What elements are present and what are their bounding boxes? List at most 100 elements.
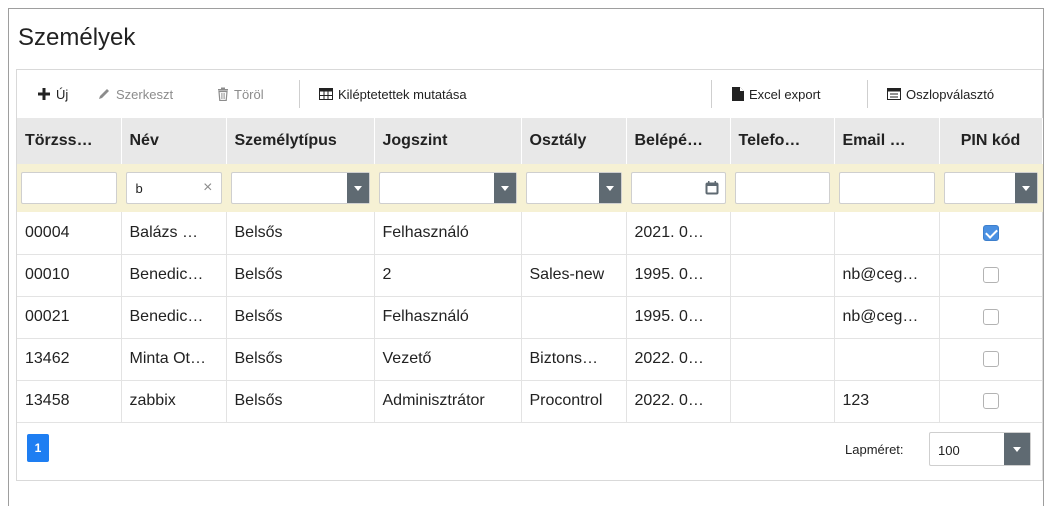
cell-dept — [521, 212, 627, 255]
cell-id: 00004 — [17, 212, 122, 255]
delete-button-label: Töröl — [234, 86, 264, 102]
cell-type: Belsős — [226, 254, 375, 297]
cell-id: 13458 — [17, 380, 122, 423]
column-header-entry[interactable]: Belépé… — [626, 118, 731, 164]
cell-phone — [730, 296, 835, 339]
toolbar-divider — [867, 80, 868, 108]
pencil-icon — [99, 89, 109, 99]
column-header-pin[interactable]: PIN kód — [939, 118, 1043, 164]
cell-pin — [939, 380, 1042, 423]
cell-type: Belsős — [226, 212, 375, 255]
phone-filter-input[interactable] — [734, 172, 830, 204]
id-filter-input[interactable] — [21, 172, 117, 204]
excel-export-label: Excel export — [749, 86, 821, 102]
trash-icon — [218, 87, 228, 101]
pin-checkbox[interactable] — [982, 224, 999, 241]
table-body: 00004 Balázs … Belsős Felhasználó 2021. … — [17, 212, 1042, 423]
plus-icon — [38, 88, 50, 100]
excel-file-icon — [732, 87, 744, 101]
toolbar-divider — [299, 80, 300, 108]
pin-checkbox[interactable] — [982, 266, 999, 283]
cell-id: 13462 — [17, 338, 122, 381]
page-size-label: Lapméret: — [845, 442, 904, 457]
column-header-phone[interactable]: Telefo… — [730, 118, 835, 164]
cell-phone — [730, 212, 835, 255]
cell-pin — [939, 254, 1042, 297]
pin-checkbox[interactable] — [982, 308, 999, 325]
cell-email — [834, 212, 940, 255]
name-filter-input[interactable]: b × — [125, 172, 222, 204]
cell-name: Benedic… — [121, 254, 227, 297]
cell-pin — [939, 296, 1042, 339]
cell-id: 00010 — [17, 254, 122, 297]
cell-entry: 2022. 0… — [626, 380, 731, 423]
toolbar: Új Szerkeszt Töröl Kiléptetettek mutatás… — [17, 70, 1042, 118]
new-button[interactable]: Új — [37, 70, 68, 118]
cell-level: Vezető — [374, 338, 522, 381]
page-size-select[interactable]: 100 — [929, 432, 1031, 466]
cell-email: nb@ceg… — [834, 296, 940, 339]
type-filter-select[interactable] — [230, 172, 370, 204]
level-filter-select[interactable] — [378, 172, 517, 204]
delete-button[interactable]: Töröl — [217, 70, 264, 118]
edit-button[interactable]: Szerkeszt — [97, 70, 173, 118]
cell-id: 00021 — [17, 296, 122, 339]
chevron-down-icon[interactable] — [598, 173, 621, 203]
new-button-label: Új — [56, 86, 69, 102]
column-chooser-label: Oszlopválasztó — [906, 86, 995, 102]
table-icon — [319, 88, 333, 100]
column-header-type[interactable]: Személytípus — [226, 118, 375, 164]
column-chooser-button[interactable]: Oszlopválasztó — [887, 70, 994, 118]
name-filter-value: b — [135, 181, 143, 196]
table-row[interactable]: 00004 Balázs … Belsős Felhasználó 2021. … — [17, 212, 1042, 255]
cell-name: Balázs … — [121, 212, 227, 255]
dept-filter-select[interactable] — [525, 172, 622, 204]
excel-export-button[interactable]: Excel export — [732, 70, 821, 118]
cell-dept: Biztons… — [521, 338, 627, 381]
chevron-down-icon[interactable] — [1004, 433, 1030, 465]
persons-grid-panel: Új Szerkeszt Töröl Kiléptetettek mutatás… — [16, 69, 1043, 481]
cell-email: nb@ceg… — [834, 254, 940, 297]
cell-type: Belsős — [226, 380, 375, 423]
cell-type: Belsős — [226, 338, 375, 381]
pin-checkbox[interactable] — [982, 392, 999, 409]
pin-filter-select[interactable] — [943, 172, 1038, 204]
chevron-down-icon[interactable] — [346, 173, 369, 203]
clear-filter-icon[interactable]: × — [203, 179, 212, 197]
table-row[interactable]: 00010 Benedic… Belsős 2 Sales-new 1995. … — [17, 254, 1042, 297]
cell-phone — [730, 254, 835, 297]
edit-button-label: Szerkeszt — [116, 86, 174, 102]
column-header-level[interactable]: Jogszint — [374, 118, 522, 164]
table-row[interactable]: 13458 zabbix Belsős Adminisztrátor Proco… — [17, 380, 1042, 423]
persons-table: Törzss… Név Személytípus Jogszint Osztál… — [17, 118, 1043, 423]
column-header-name[interactable]: Név — [121, 118, 227, 164]
cell-entry: 2021. 0… — [626, 212, 731, 255]
chevron-down-icon[interactable] — [493, 173, 516, 203]
cell-pin — [939, 212, 1042, 255]
column-header-email[interactable]: Email … — [834, 118, 940, 164]
page-title: Személyek — [18, 24, 136, 51]
table-row[interactable]: 00021 Benedic… Belsős Felhasználó 1995. … — [17, 296, 1042, 339]
cell-entry: 1995. 0… — [626, 296, 731, 339]
cell-level: Adminisztrátor — [374, 380, 522, 423]
show-exited-button[interactable]: Kiléptetettek mutatása — [319, 70, 467, 118]
pin-checkbox[interactable] — [982, 350, 999, 367]
cell-dept: Sales-new — [521, 254, 627, 297]
cell-level: 2 — [374, 254, 522, 297]
entry-date-filter-input[interactable] — [630, 172, 726, 204]
cell-phone — [730, 380, 835, 423]
cell-email — [834, 338, 940, 381]
show-exited-label: Kiléptetettek mutatása — [338, 86, 467, 102]
cell-level: Felhasználó — [374, 212, 522, 255]
table-row[interactable]: 13462 Minta Ot… Belsős Vezető Biztons… 2… — [17, 338, 1042, 381]
column-header-id[interactable]: Törzss… — [17, 118, 122, 164]
cell-name: Benedic… — [121, 296, 227, 339]
calendar-icon[interactable] — [703, 179, 721, 197]
toolbar-divider — [711, 80, 712, 108]
chevron-down-icon[interactable] — [1014, 173, 1037, 203]
column-header-dept[interactable]: Osztály — [521, 118, 627, 164]
page-1-button[interactable]: 1 — [27, 434, 49, 462]
cell-level: Felhasználó — [374, 296, 522, 339]
cell-entry: 2022. 0… — [626, 338, 731, 381]
email-filter-input[interactable] — [838, 172, 935, 204]
